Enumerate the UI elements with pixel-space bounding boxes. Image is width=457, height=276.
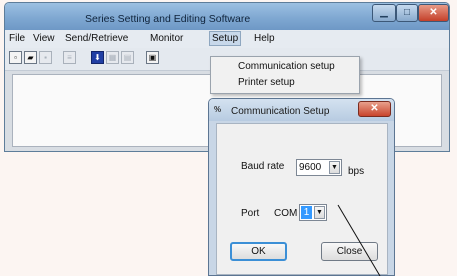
pointer-line bbox=[337, 204, 381, 276]
